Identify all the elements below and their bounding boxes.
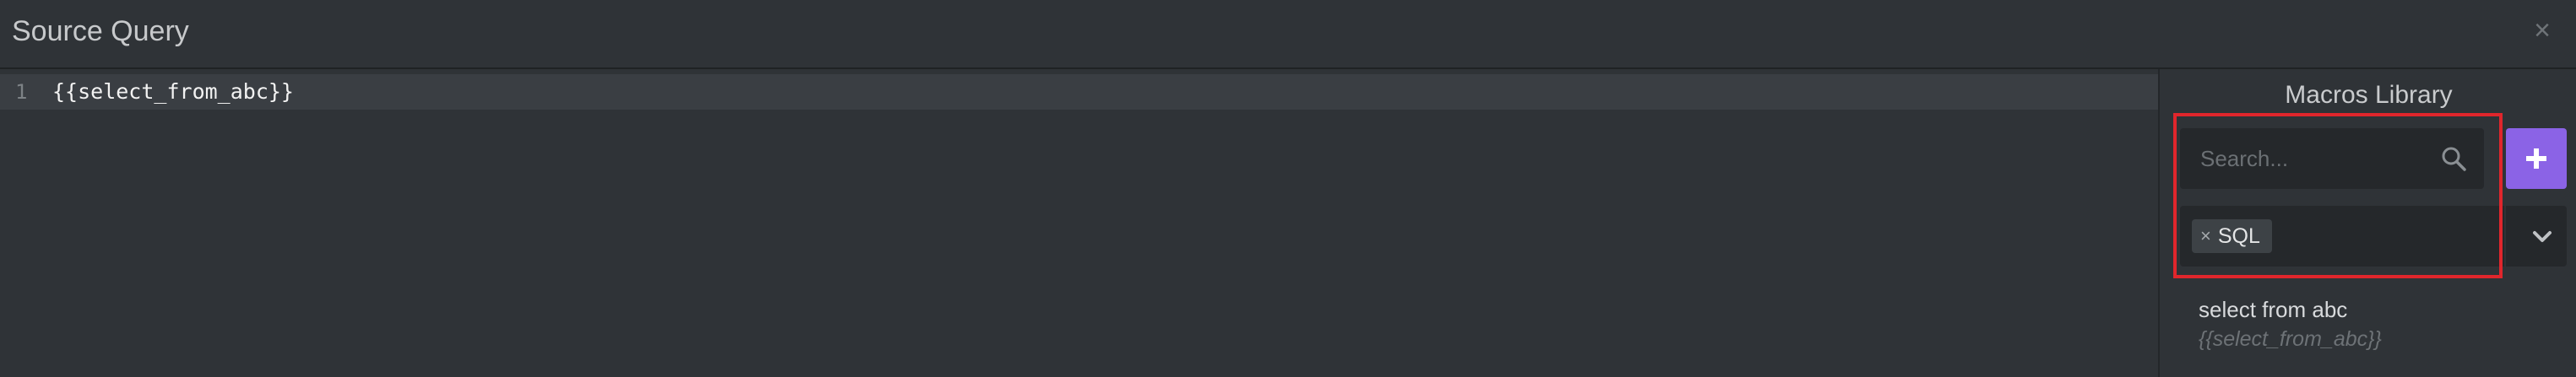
select-divider — [2504, 206, 2506, 267]
line-number: 1 — [15, 80, 28, 104]
macro-type-filter[interactable]: × SQL — [2180, 206, 2567, 267]
macro-list-item[interactable]: select from abc {{select_from_abc}} — [2199, 295, 2553, 354]
macros-library-panel: Macros Library × SQL sel — [2158, 69, 2576, 377]
plus-icon — [2526, 148, 2546, 169]
macro-code: {{select_from_abc}} — [2199, 327, 2382, 351]
query-editor[interactable]: 1 {{select_from_abc}} — [0, 69, 2158, 377]
line-code[interactable]: {{select_from_abc}} — [52, 74, 294, 110]
filter-tag-sql: × SQL — [2192, 219, 2272, 253]
dialog-title: Source Query — [12, 15, 189, 47]
tag-remove-icon[interactable]: × — [2200, 225, 2211, 247]
macro-name[interactable]: select from abc — [2199, 295, 2553, 324]
close-button[interactable]: × — [2527, 15, 2557, 46]
chevron-down-icon[interactable] — [2530, 224, 2555, 250]
source-query-dialog: Source Query × 1 {{select_from_abc}} Mac… — [0, 0, 2576, 377]
macro-search-input[interactable] — [2200, 128, 2437, 189]
editor-active-line[interactable]: 1 {{select_from_abc}} — [0, 74, 2158, 110]
search-icon — [2442, 147, 2466, 171]
add-macro-button[interactable] — [2506, 128, 2567, 189]
macro-search-box[interactable] — [2180, 128, 2484, 189]
dialog-header: Source Query × — [0, 0, 2576, 69]
macros-library-title: Macros Library — [2285, 81, 2453, 109]
tag-label: SQL — [2217, 224, 2260, 248]
close-icon[interactable]: × — [2534, 14, 2551, 46]
